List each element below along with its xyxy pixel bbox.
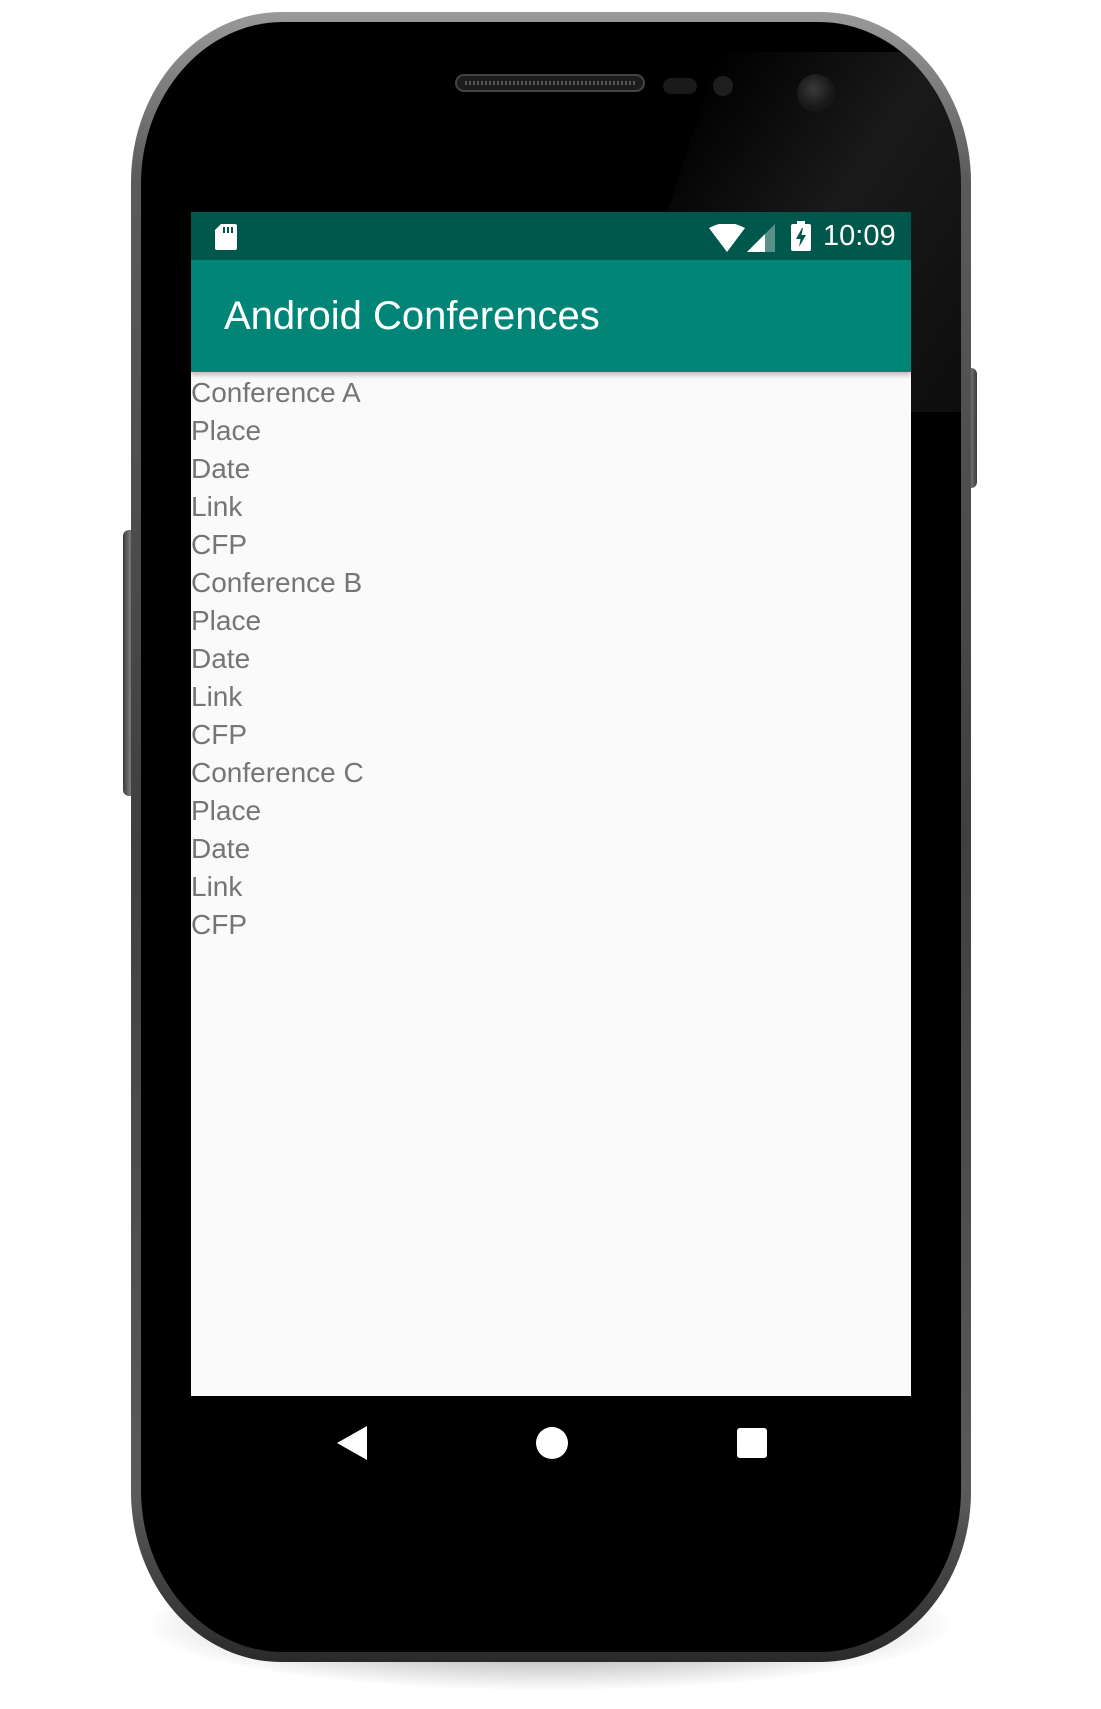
conference-cfp: CFP <box>191 719 247 750</box>
recents-icon[interactable] <box>737 1428 767 1458</box>
conference-name: Conference A <box>191 377 361 408</box>
conference-date: Date <box>191 833 251 864</box>
conference-place: Place <box>191 605 262 636</box>
light-sensor <box>713 76 733 96</box>
conference-place: Place <box>191 795 262 826</box>
conference-list[interactable]: Conference A Place Date Link CFP Confere… <box>191 374 911 944</box>
conference-link: Link <box>191 491 243 522</box>
wifi-icon <box>709 224 745 252</box>
back-icon[interactable] <box>337 1426 367 1460</box>
conference-cfp: CFP <box>191 909 247 940</box>
phone-screen: 10:09 Android Conferences Conference A P… <box>191 212 911 1492</box>
conference-place: Place <box>191 415 262 446</box>
conference-link: Link <box>191 871 243 902</box>
sd-card-icon <box>215 224 237 250</box>
status-clock: 10:09 <box>823 220 896 252</box>
earpiece-speaker <box>455 74 645 92</box>
conference-link: Link <box>191 681 243 712</box>
conference-cfp: CFP <box>191 529 247 560</box>
conference-date: Date <box>191 643 251 674</box>
conference-item[interactable]: Conference A Place Date Link CFP <box>191 374 911 564</box>
conference-date: Date <box>191 453 251 484</box>
speaker-grill <box>465 81 635 85</box>
status-bar: 10:09 <box>191 212 911 260</box>
proximity-sensor <box>663 78 697 94</box>
conference-item[interactable]: Conference C Place Date Link CFP <box>191 754 911 944</box>
battery-charging-icon <box>791 221 811 251</box>
device-mockup: 10:09 Android Conferences Conference A P… <box>0 0 1101 1709</box>
app-title: Android Conferences <box>224 294 600 338</box>
app-bar: Android Conferences <box>191 260 911 372</box>
navigation-bar <box>191 1396 911 1492</box>
conference-name: Conference B <box>191 567 363 598</box>
conference-item[interactable]: Conference B Place Date Link CFP <box>191 564 911 754</box>
conference-name: Conference C <box>191 757 364 788</box>
home-icon[interactable] <box>536 1427 568 1459</box>
front-camera <box>797 74 835 112</box>
cell-signal-icon <box>747 224 775 252</box>
